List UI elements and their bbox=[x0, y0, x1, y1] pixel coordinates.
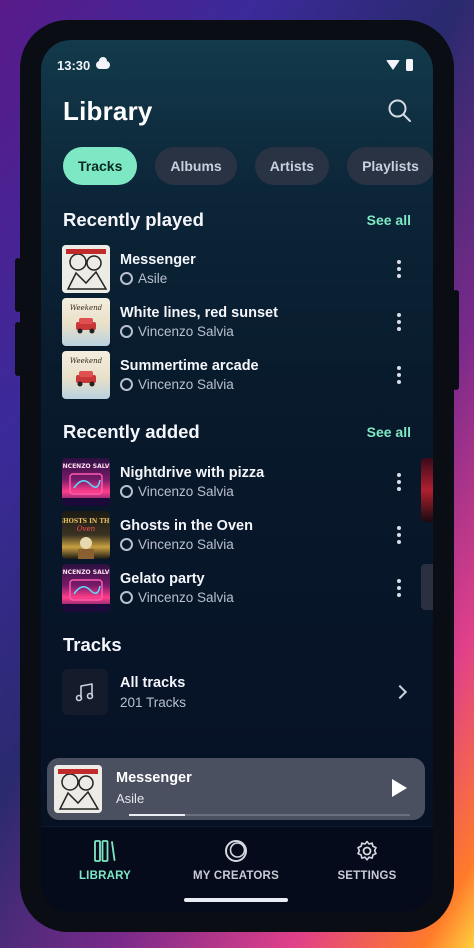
all-tracks-label: All tracks bbox=[120, 674, 186, 691]
svg-text:Oven: Oven bbox=[77, 525, 96, 533]
artist-name: Vincenzo Salvia bbox=[138, 537, 234, 552]
chevron-right-icon bbox=[392, 684, 408, 700]
svg-text:GHOSTS IN THE: GHOSTS IN THE bbox=[62, 518, 110, 525]
more-options-button[interactable] bbox=[389, 363, 409, 387]
nav-library[interactable]: LIBRARY bbox=[45, 839, 165, 882]
track-title: Gelato party bbox=[120, 571, 205, 587]
carousel-peek-card[interactable] bbox=[421, 458, 433, 522]
search-button[interactable] bbox=[387, 98, 413, 124]
album-art: VINCENZO SALVIA bbox=[62, 564, 110, 612]
svg-text:VINCENZO SALVIA: VINCENZO SALVIA bbox=[62, 569, 110, 576]
artist-name: Asile bbox=[138, 271, 168, 286]
wifi-icon bbox=[386, 60, 400, 70]
home-indicator[interactable] bbox=[184, 898, 288, 902]
volume-button bbox=[15, 258, 21, 312]
creators-icon bbox=[225, 840, 247, 862]
list-item[interactable]: Weekend White lines, red sunset Vincenzo… bbox=[62, 298, 417, 346]
battery-icon bbox=[406, 59, 413, 71]
playback-progress[interactable] bbox=[129, 814, 410, 816]
recently-added-header: Recently added See all bbox=[63, 421, 411, 443]
chip-artists[interactable]: Artists bbox=[254, 147, 330, 185]
artist-name: Vincenzo Salvia bbox=[138, 324, 234, 339]
section-title: Tracks bbox=[63, 634, 122, 655]
artist-icon bbox=[120, 538, 133, 551]
list-item[interactable]: VINCENZO SALVIA Nightdrive with pizza Vi… bbox=[62, 458, 417, 506]
search-icon bbox=[388, 99, 411, 122]
track-title: Messenger bbox=[120, 252, 196, 268]
library-icon bbox=[94, 840, 116, 862]
artist-icon bbox=[120, 485, 133, 498]
see-all-link[interactable]: See all bbox=[367, 424, 411, 440]
album-art: Weekend bbox=[62, 298, 110, 346]
nav-label: SETTINGS bbox=[337, 870, 397, 882]
now-playing-artist: Asile bbox=[116, 791, 145, 806]
cloud-icon bbox=[96, 57, 111, 69]
more-options-button[interactable] bbox=[389, 576, 409, 600]
artist-icon bbox=[120, 378, 133, 391]
svg-text:Weekend: Weekend bbox=[70, 357, 103, 365]
artist-icon bbox=[120, 591, 133, 604]
svg-text:Weekend: Weekend bbox=[70, 304, 103, 312]
track-title: Summertime arcade bbox=[120, 358, 259, 374]
track-count: 201 Tracks bbox=[120, 694, 187, 710]
section-title: Recently added bbox=[63, 421, 200, 442]
all-tracks-row[interactable]: All tracks 201 Tracks bbox=[62, 668, 417, 716]
track-title: White lines, red sunset bbox=[120, 305, 278, 321]
status-bar: 13:30 bbox=[57, 54, 413, 76]
page-title: Library bbox=[63, 96, 153, 126]
nav-settings[interactable]: SETTINGS bbox=[307, 839, 427, 882]
artist-name: Vincenzo Salvia bbox=[138, 484, 234, 499]
play-button[interactable] bbox=[392, 779, 407, 797]
track-title: Nightdrive with pizza bbox=[120, 465, 265, 481]
track-title: Ghosts in the Oven bbox=[120, 518, 253, 534]
chip-tracks[interactable]: Tracks bbox=[63, 147, 138, 185]
list-item[interactable]: Messenger Asile bbox=[62, 245, 417, 293]
recently-played-header: Recently played See all bbox=[63, 209, 411, 231]
album-art bbox=[62, 245, 110, 293]
more-options-button[interactable] bbox=[389, 470, 409, 494]
power-button bbox=[15, 322, 21, 376]
more-options-button[interactable] bbox=[389, 310, 409, 334]
music-note-icon bbox=[62, 669, 108, 715]
chip-albums[interactable]: Albums bbox=[155, 147, 237, 185]
mini-player[interactable]: Messenger Asile bbox=[47, 758, 425, 820]
filter-chips: Tracks Albums Artists Playlists bbox=[63, 147, 433, 185]
gear-icon bbox=[357, 840, 377, 861]
list-item[interactable]: GHOSTS IN THE Oven Ghosts in the Oven Vi… bbox=[62, 511, 417, 559]
carousel-peek-card[interactable] bbox=[421, 564, 433, 610]
more-options-button[interactable] bbox=[389, 523, 409, 547]
nav-my-creators[interactable]: MY CREATORS bbox=[176, 839, 296, 882]
app-screen: 13:30 Library Tracks Albums Artists Play… bbox=[41, 40, 433, 912]
nav-label: MY CREATORS bbox=[193, 870, 279, 882]
album-art: Weekend bbox=[62, 351, 110, 399]
artist-name: Vincenzo Salvia bbox=[138, 377, 234, 392]
now-playing-art bbox=[54, 765, 102, 813]
list-item[interactable]: VINCENZO SALVIA Gelato party Vincenzo Sa… bbox=[62, 564, 417, 612]
artist-icon bbox=[120, 272, 133, 285]
svg-text:VINCENZO SALVIA: VINCENZO SALVIA bbox=[62, 463, 110, 470]
playback-progress-fill bbox=[129, 814, 186, 816]
now-playing-title: Messenger bbox=[116, 770, 192, 786]
artist-name: Vincenzo Salvia bbox=[138, 590, 234, 605]
tracks-header: Tracks bbox=[63, 634, 411, 656]
more-options-button[interactable] bbox=[389, 257, 409, 281]
nav-label: LIBRARY bbox=[78, 870, 132, 882]
right-side-button bbox=[453, 290, 459, 390]
artist-icon bbox=[120, 325, 133, 338]
section-title: Recently played bbox=[63, 209, 204, 230]
status-time: 13:30 bbox=[57, 57, 91, 73]
album-art: GHOSTS IN THE Oven bbox=[62, 511, 110, 559]
see-all-link[interactable]: See all bbox=[367, 212, 411, 228]
chip-playlists[interactable]: Playlists bbox=[347, 147, 433, 185]
list-item[interactable]: Weekend Summertime arcade Vincenzo Salvi… bbox=[62, 351, 417, 399]
album-art: VINCENZO SALVIA bbox=[62, 458, 110, 506]
